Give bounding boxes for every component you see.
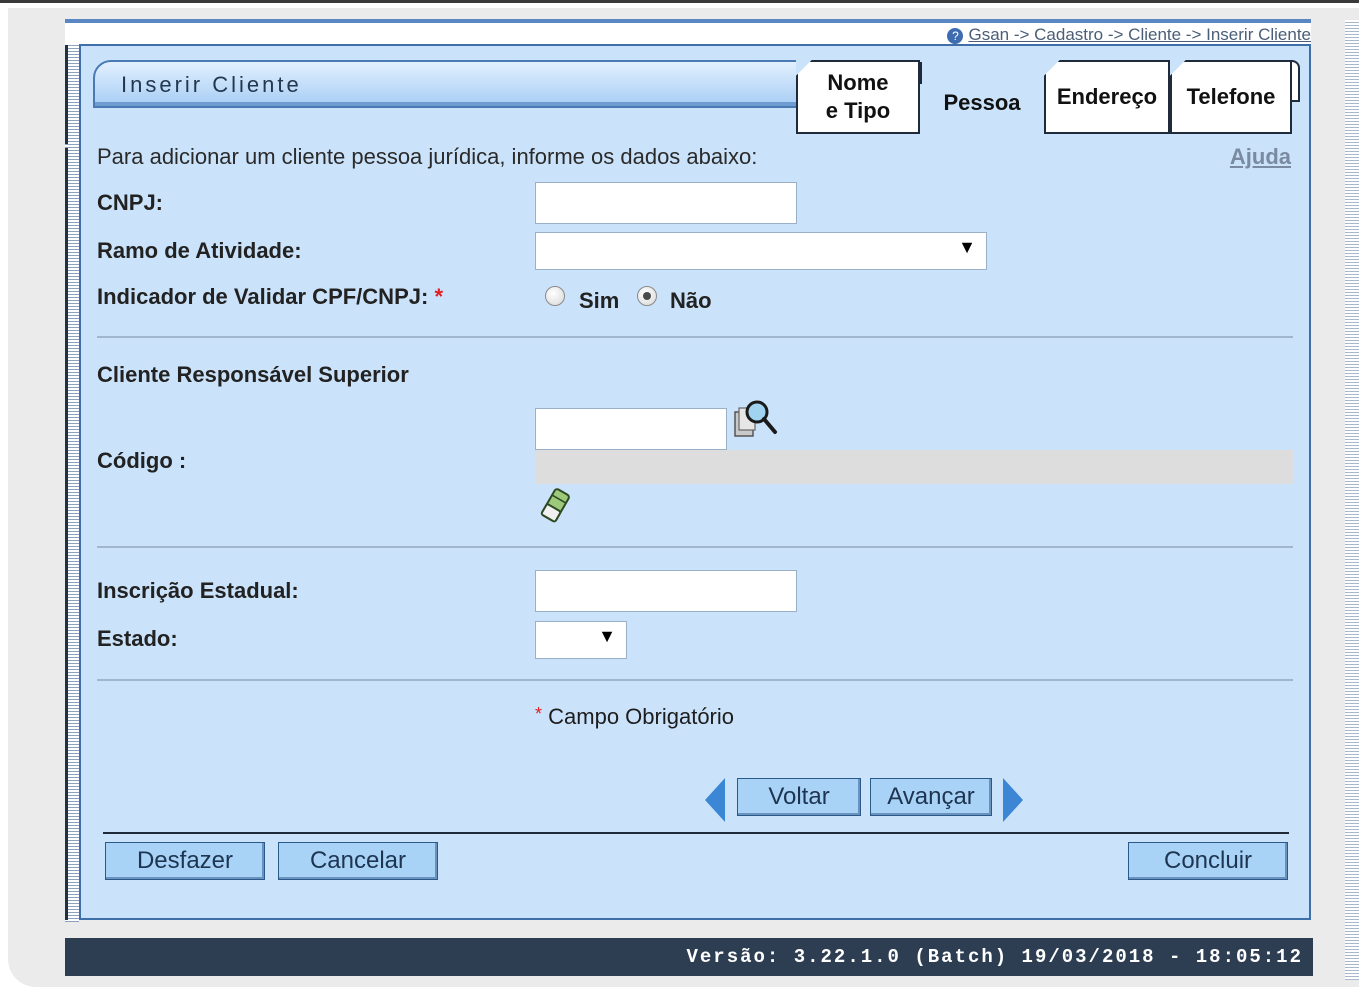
estado-select[interactable]: ▼ (535, 621, 627, 659)
tab-telefone-label: Telefone (1186, 84, 1276, 109)
intro-text: Para adicionar um cliente pessoa jurídic… (97, 144, 758, 169)
eraser-icon[interactable] (537, 486, 573, 526)
left-frame-edge-lower (65, 148, 68, 920)
left-frame-edge (65, 44, 68, 144)
required-note: * Campo Obrigatório (535, 704, 734, 730)
codigo-label: Código : (97, 448, 187, 473)
required-mark: * (434, 284, 443, 309)
avancar-button[interactable]: Avançar (870, 778, 992, 816)
cnpj-label: CNPJ: (97, 190, 164, 215)
cancelar-button[interactable]: Cancelar (278, 842, 438, 880)
tab-endereco[interactable]: Endereço (1044, 60, 1170, 132)
right-frame-strip (1345, 20, 1359, 980)
help-link[interactable]: Ajuda (1230, 144, 1291, 170)
page-title: Inserir Cliente (121, 72, 302, 97)
tab-underline (796, 132, 920, 134)
footer-bar: Versão: 3.22.1.0 (Batch) 19/03/2018 - 18… (65, 938, 1313, 976)
tab-nome-tipo[interactable]: Nome e Tipo (796, 60, 920, 132)
divider (97, 336, 1293, 338)
actions-divider (103, 832, 1289, 834)
validar-cpf-cnpj-label-text: Indicador de Validar CPF/CNPJ: (97, 284, 429, 309)
version-text: Versão: 3.22.1.0 (Batch) 19/03/2018 - 18… (686, 946, 1303, 968)
top-bar: ? Gsan -> Cadastro -> Cliente -> Inserir … (65, 19, 1311, 45)
top-border (0, 0, 1359, 3)
radio-nao-label: Não (670, 288, 712, 313)
concluir-button[interactable]: Concluir (1128, 842, 1288, 880)
tab-endereco-label: Endereço (1056, 84, 1158, 109)
tab-nome-tipo-line2: e Tipo (825, 98, 891, 123)
dropdown-arrow-icon: ▼ (958, 237, 976, 257)
radio-sim[interactable] (545, 286, 565, 306)
main-panel: Inserir Cliente Nome e Tipo Pessoa Ender… (79, 44, 1311, 920)
arrow-left-icon[interactable] (705, 778, 725, 822)
tab-telefone[interactable]: Telefone (1170, 60, 1292, 132)
radio-nao[interactable] (637, 286, 657, 306)
cnpj-input[interactable] (535, 182, 797, 224)
voltar-button[interactable]: Voltar (737, 778, 861, 816)
tab-corner (920, 62, 944, 84)
desfazer-button[interactable]: Desfazer (105, 842, 265, 880)
arrow-right-icon[interactable] (1003, 778, 1023, 822)
tab-strip: Nome e Tipo Pessoa Endereço Telefone (796, 60, 1300, 136)
estado-label: Estado: (97, 626, 178, 651)
help-icon: ? (947, 27, 964, 44)
breadcrumb[interactable]: ? Gsan -> Cadastro -> Cliente -> Inserir … (947, 25, 1311, 45)
required-note-text: Campo Obrigatório (548, 704, 735, 729)
cliente-responsavel-heading: Cliente Responsável Superior (97, 362, 409, 387)
tab-pessoa-label: Pessoa (943, 90, 1021, 115)
dropdown-arrow-icon: ▼ (598, 626, 616, 646)
validar-cpf-cnpj-label: Indicador de Validar CPF/CNPJ: * (97, 284, 443, 310)
inscricao-estadual-label: Inscrição Estadual: (97, 578, 299, 603)
tab-nome-tipo-line1: Nome (827, 70, 889, 95)
title-bar: Inserir Cliente (93, 60, 813, 108)
divider (97, 679, 1293, 681)
tab-underline-right (1044, 132, 1292, 134)
radio-sim-label: Sim (579, 288, 620, 313)
inscricao-estadual-input[interactable] (535, 570, 797, 612)
tab-strip-cap (1292, 60, 1300, 102)
divider (97, 546, 1293, 548)
ramo-atividade-select[interactable]: ▼ (535, 232, 987, 270)
codigo-input[interactable] (535, 408, 727, 450)
codigo-description (535, 450, 1293, 484)
ramo-atividade-label: Ramo de Atividade: (97, 238, 302, 263)
required-note-mark: * (535, 704, 543, 724)
breadcrumb-text[interactable]: Gsan -> Cadastro -> Cliente -> Inserir C… (968, 25, 1311, 44)
search-icon[interactable] (733, 396, 781, 440)
